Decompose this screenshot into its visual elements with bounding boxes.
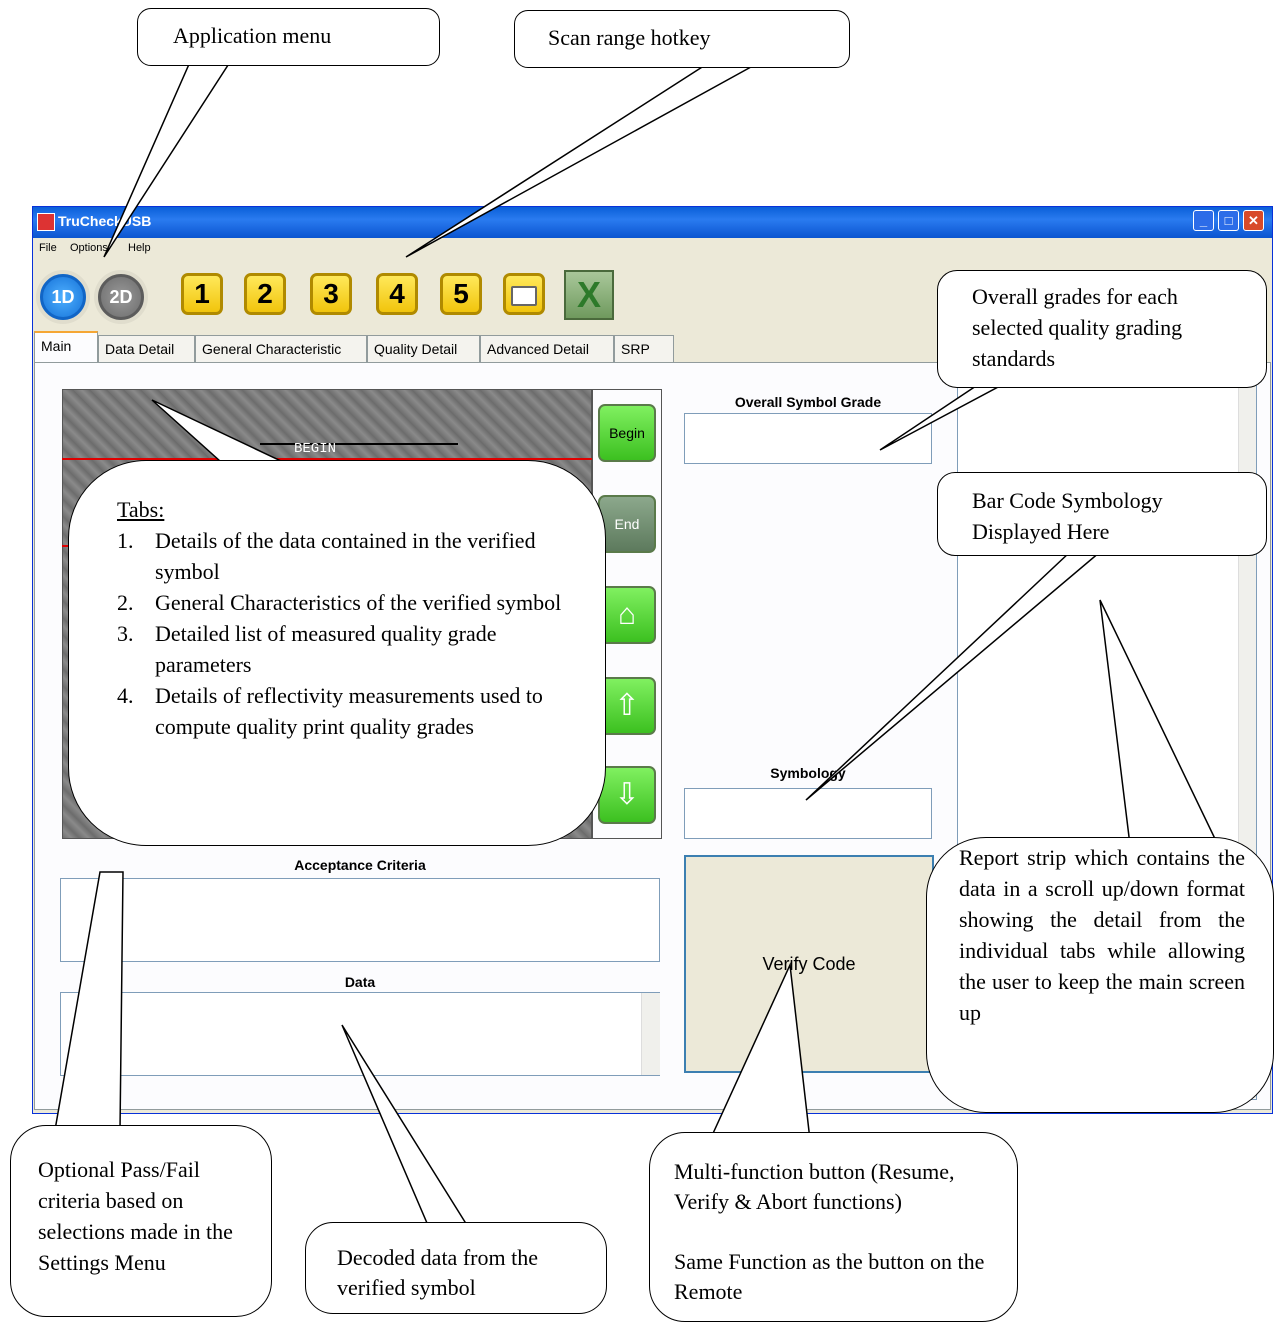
callout-scan-range: Scan range hotkey [514, 10, 850, 68]
callout-tabs-item-1: 1. Details of the data contained in the v… [117, 528, 536, 584]
callout-symbology: Bar Code Symbology Displayed Here [937, 472, 1267, 556]
callout-multi-function-text: Multi-function button (Resume, Verify & … [674, 1159, 955, 1214]
callout-same-function-text: Same Function as the button on the Remot… [674, 1249, 985, 1304]
callout-decoded-data: Decoded data from the verified symbol [305, 1222, 607, 1314]
callout-tabs-item-3: 3. Detailed list of measured quality grad… [117, 621, 497, 677]
callout-tabs-item-2: 2. General Characteristics of the verifie… [117, 590, 562, 615]
callout-tabs: Tabs: 1. Details of the data contained in… [68, 460, 606, 846]
callout-tabs-title: Tabs: [117, 497, 165, 522]
callout-application-menu: Application menu [137, 8, 440, 66]
callout-overall-grades: Overall grades for each selected quality… [937, 270, 1267, 388]
callout-multi-function: Multi-function button (Resume, Verify & … [649, 1132, 1018, 1322]
callout-pass-fail: Optional Pass/Fail criteria based on sel… [10, 1125, 272, 1317]
callout-report-strip: Report strip which contains the data in … [926, 837, 1274, 1113]
callout-tabs-item-4: 4. Details of reflectivity measurements u… [117, 683, 543, 739]
